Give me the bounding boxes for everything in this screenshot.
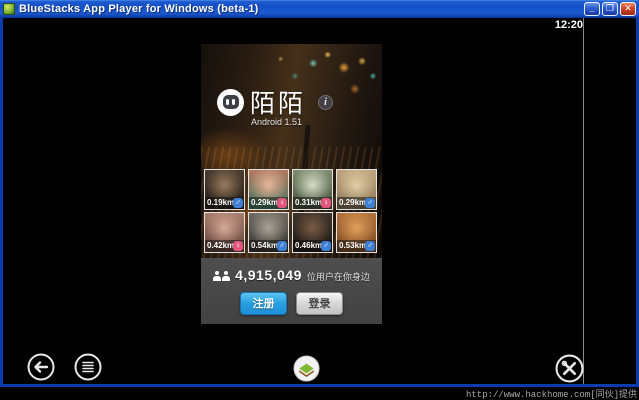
user-tile: 0.29km ♀ [248,169,289,210]
gender-badge: ♂ [277,241,287,251]
bluestacks-window: BlueStacks App Player for Windows (beta-… [0,0,639,387]
user-grid: 0.19km ♂ 0.29km ♀ 0.31km ♀ 0.29km ♂ 0.42… [204,169,379,253]
user-tile: 0.29km ♂ [336,169,377,210]
gender-badge: ♀ [277,198,287,208]
maximize-button[interactable]: ❐ [602,2,618,16]
app-window-icon [3,3,15,15]
clock-text: 12:20 [3,19,583,31]
welcome-panel: 4,915,049 位用户在你身边 注册 登录 [201,258,382,324]
button-row: 注册 登录 [201,292,382,315]
user-tile: 0.19km ♂ [204,169,245,210]
momo-logo-icon [217,89,244,116]
app-version: Android 1.51 [251,117,302,127]
user-tile: 0.54km ♂ [248,212,289,253]
register-button[interactable]: 注册 [240,292,287,315]
user-count: 4,915,049 [235,267,302,283]
gender-badge: ♀ [233,241,243,251]
gender-badge: ♂ [233,198,243,208]
app-title: 陌陌 [250,84,306,120]
user-tile: 0.46km ♂ [292,212,333,253]
tools-icon[interactable] [555,354,584,383]
login-button[interactable]: 登录 [296,292,343,315]
menu-icon[interactable] [74,353,102,381]
stats-row: 4,915,049 位用户在你身边 [201,258,382,283]
panel-divider [583,18,584,384]
window-controls: _ ❐ ✕ [584,2,636,16]
desktop-strip: http://www.hackhome.com[同伙]提供 [0,387,639,400]
minimize-button[interactable]: _ [584,2,600,16]
user-tile: 0.53km ♂ [336,212,377,253]
gender-badge: ♀ [321,198,331,208]
gender-badge: ♂ [365,198,375,208]
momo-face-icon [223,95,239,109]
window-titlebar: BlueStacks App Player for Windows (beta-… [0,0,639,18]
user-count-label: 位用户在你身边 [307,267,370,283]
app-header: 陌陌 i [217,84,333,120]
back-icon[interactable] [27,353,55,381]
client-area: 12:20 陌陌 i Android 1.51 0.19km ♂ [3,18,636,384]
info-icon[interactable]: i [318,95,333,110]
watermark-text: http://www.hackhome.com[同伙]提供 [466,387,637,400]
user-tile: 0.31km ♀ [292,169,333,210]
user-tile: 0.42km ♀ [204,212,245,253]
gender-badge: ♂ [365,241,375,251]
window-title: BlueStacks App Player for Windows (beta-… [19,3,259,15]
people-icon [213,269,230,281]
night-street-photo: 陌陌 i Android 1.51 0.19km ♂ 0.29km ♀ 0.31… [201,44,382,258]
screen: BlueStacks App Player for Windows (beta-… [0,0,639,400]
gender-badge: ♂ [321,241,331,251]
bluestacks-logo-icon[interactable] [293,355,320,382]
momo-app-screen: 陌陌 i Android 1.51 0.19km ♂ 0.29km ♀ 0.31… [201,44,382,324]
close-button[interactable]: ✕ [620,2,636,16]
